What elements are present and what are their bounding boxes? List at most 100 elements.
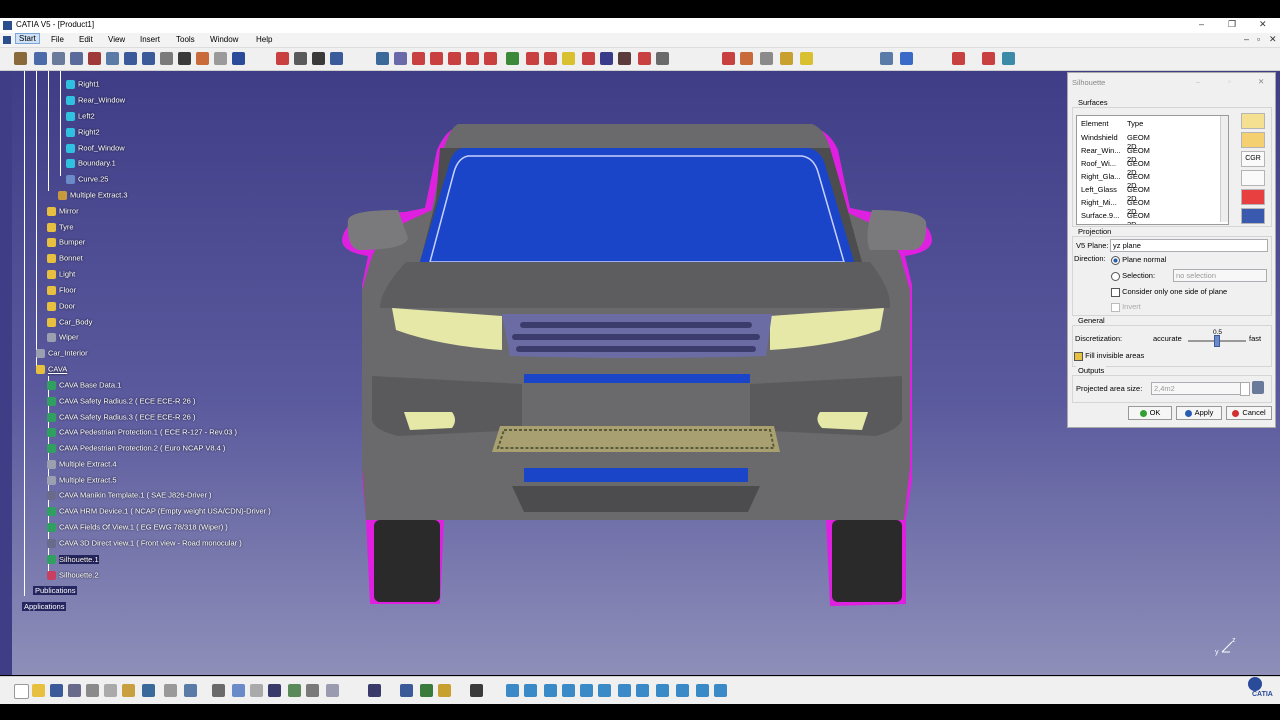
drive-icon[interactable]	[294, 52, 307, 65]
fill-invisible-checkbox[interactable]: Fill invisible areas	[1074, 351, 1144, 361]
tree-node-applications[interactable]: Applications	[22, 602, 67, 611]
ok-button[interactable]: OK	[1128, 406, 1172, 420]
zoom-in-icon[interactable]	[580, 684, 593, 697]
tyre-icon[interactable]	[312, 52, 325, 65]
cross-icon[interactable]	[600, 52, 613, 65]
tree-node-multiple-extract-4[interactable]: Multiple Extract.4	[47, 459, 117, 470]
swap-visible-icon[interactable]	[696, 684, 709, 697]
camera-icon[interactable]	[470, 684, 483, 697]
tree-node-cava[interactable]: CAVA	[36, 364, 67, 375]
one-side-checkbox[interactable]: Consider only one side of plane	[1111, 287, 1227, 297]
print-icon[interactable]	[68, 684, 81, 697]
apply-button[interactable]: Apply	[1176, 406, 1222, 420]
grid-icon[interactable]	[214, 52, 227, 65]
pedestrian-icon[interactable]	[448, 52, 461, 65]
menu-edit[interactable]: Edit	[79, 35, 93, 44]
car-tool-icon[interactable]	[14, 52, 27, 65]
spinner-icon[interactable]	[1240, 382, 1250, 396]
measure-icon[interactable]	[142, 52, 155, 65]
tree-node-pedestrian-1[interactable]: CAVA Pedestrian Protection.1 ( ECE R-127…	[47, 427, 237, 438]
table-icon[interactable]	[268, 684, 281, 697]
seat-icon[interactable]	[638, 52, 651, 65]
selection-radio[interactable]: Selection:	[1111, 271, 1155, 281]
tree-node-left2[interactable]: Left2	[66, 111, 95, 122]
maximize-button[interactable]: ❐	[1228, 19, 1236, 30]
v5-plane-field[interactable]: yz plane	[1110, 239, 1268, 252]
fit-all-icon[interactable]	[524, 684, 537, 697]
dimension-icon[interactable]	[88, 52, 101, 65]
material-icon[interactable]	[714, 684, 727, 697]
delete-button[interactable]	[1241, 189, 1265, 205]
tree-node-wiper[interactable]: Wiper	[47, 332, 79, 343]
rotate-icon[interactable]	[562, 684, 575, 697]
radius-icon[interactable]	[430, 52, 443, 65]
cursor-icon[interactable]	[394, 52, 407, 65]
axis-icon[interactable]	[232, 52, 245, 65]
vehicle-icon[interactable]	[34, 52, 47, 65]
tree-node-silhouette-1[interactable]: Silhouette.1	[47, 554, 99, 565]
tree-node-mirror[interactable]: Mirror	[47, 206, 79, 217]
hide-show-icon[interactable]	[676, 684, 689, 697]
close-button[interactable]: ✕	[1259, 19, 1267, 30]
body-icon[interactable]	[52, 52, 65, 65]
menu-start[interactable]: Start	[15, 33, 40, 44]
new-icon[interactable]	[14, 684, 29, 699]
tree-node-safety-radius-3[interactable]: CAVA Safety Radius.3 ( ECE ECE-R 26 )	[47, 412, 195, 423]
search-icon[interactable]	[376, 52, 389, 65]
tree-node-silhouette-2[interactable]: Silhouette.2	[47, 570, 99, 581]
list-button[interactable]	[1241, 208, 1265, 224]
tree-node-safety-radius-2[interactable]: CAVA Safety Radius.2 ( ECE ECE-R 26 )	[47, 396, 195, 407]
annotation-icon[interactable]	[250, 684, 263, 697]
render-icon[interactable]	[1002, 52, 1015, 65]
cgr-button[interactable]: CGR	[1241, 151, 1265, 167]
tree-node-fields-of-view[interactable]: CAVA Fields Of View.1 ( EG EWG 78/318 (W…	[47, 522, 228, 533]
open-icon[interactable]	[32, 684, 45, 697]
tree-node-3d-direct-view[interactable]: CAVA 3D Direct view.1 ( Front view - Roa…	[47, 538, 242, 549]
tree-node-multiple-extract-5[interactable]: Multiple Extract.5	[47, 475, 117, 486]
comment-icon[interactable]	[232, 684, 245, 697]
surfaces-table[interactable]: Element Type Windshield GEOM 2D Rear_Win..…	[1076, 115, 1229, 225]
product-icon[interactable]	[420, 684, 433, 697]
tree-node-hrm-device[interactable]: CAVA HRM Device.1 ( NCAP (Empty weight U…	[47, 506, 271, 517]
catalog-icon[interactable]	[900, 52, 913, 65]
tree-node-roof-window[interactable]: Roof_Window	[66, 143, 125, 154]
invert-checkbox[interactable]: Invert	[1111, 302, 1141, 312]
menu-tools[interactable]: Tools	[176, 35, 195, 44]
pan-view-icon[interactable]	[544, 684, 557, 697]
sweep-icon[interactable]	[106, 52, 119, 65]
cancel-button[interactable]: Cancel	[1226, 406, 1272, 420]
wheel-icon[interactable]	[178, 52, 191, 65]
pan-icon[interactable]	[400, 684, 413, 697]
camera-icon[interactable]	[160, 52, 173, 65]
part-icon[interactable]	[70, 52, 83, 65]
fly-icon[interactable]	[506, 684, 519, 697]
plane-normal-radio[interactable]: Plane normal	[1111, 255, 1166, 265]
tree-node-bumper[interactable]: Bumper	[47, 237, 85, 248]
tree-node-cava-base-data[interactable]: CAVA Base Data.1	[47, 380, 121, 391]
vision-icon[interactable]	[544, 52, 557, 65]
help-icon[interactable]	[184, 684, 197, 697]
arrow-icon[interactable]	[124, 52, 137, 65]
person-icon[interactable]	[196, 52, 209, 65]
manikin-icon[interactable]	[800, 52, 813, 65]
tree-node-curve[interactable]: Curve.25	[66, 174, 108, 185]
menu-help[interactable]: Help	[256, 35, 272, 44]
slider-thumb[interactable]	[1214, 335, 1220, 347]
dialog-maximize-icon[interactable]: ▫	[1228, 77, 1231, 86]
redo-icon[interactable]	[164, 684, 177, 697]
grille-icon[interactable]	[618, 52, 631, 65]
settings-icon[interactable]	[880, 52, 893, 65]
headlamp-icon[interactable]	[466, 52, 479, 65]
tree-node-publications[interactable]: Publications	[33, 586, 78, 595]
light-icon[interactable]	[562, 52, 575, 65]
remove-button[interactable]	[1241, 170, 1265, 186]
add-element-button[interactable]	[1241, 132, 1265, 148]
tree-node-right2[interactable]: Right2	[66, 127, 100, 138]
shading-icon[interactable]	[656, 684, 669, 697]
cut-icon[interactable]	[86, 684, 99, 697]
menu-view[interactable]: View	[108, 35, 125, 44]
copy-icon[interactable]	[104, 684, 117, 697]
tree-node-light[interactable]: Light	[47, 269, 75, 280]
folder-button[interactable]	[1241, 113, 1265, 129]
formula-icon[interactable]	[212, 684, 225, 697]
